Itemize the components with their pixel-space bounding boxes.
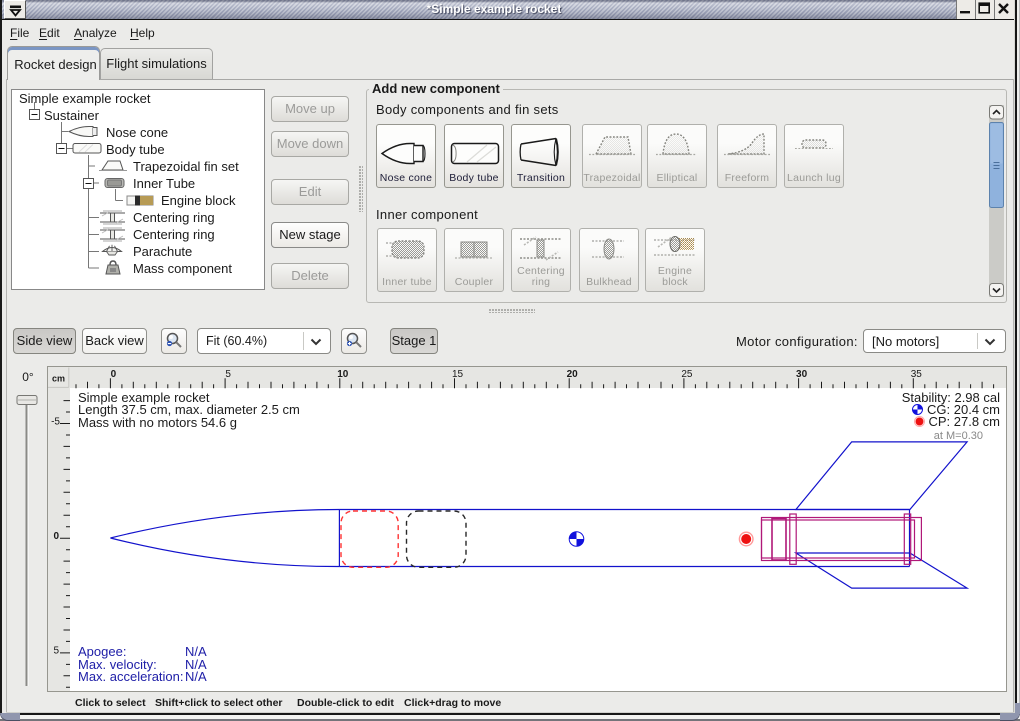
svg-text:25: 25 xyxy=(681,369,693,380)
svg-text:5: 5 xyxy=(53,646,59,657)
svg-text:10: 10 xyxy=(337,369,349,380)
svg-text:15: 15 xyxy=(452,369,464,380)
svg-text:-5: -5 xyxy=(51,416,60,427)
svg-text:cm: cm xyxy=(52,374,65,384)
svg-text:5: 5 xyxy=(225,369,231,380)
svg-text:20: 20 xyxy=(567,369,579,380)
svg-text:35: 35 xyxy=(911,369,923,380)
svg-text:30: 30 xyxy=(796,369,808,380)
svg-text:0: 0 xyxy=(53,531,59,542)
svg-text:0: 0 xyxy=(111,369,117,380)
